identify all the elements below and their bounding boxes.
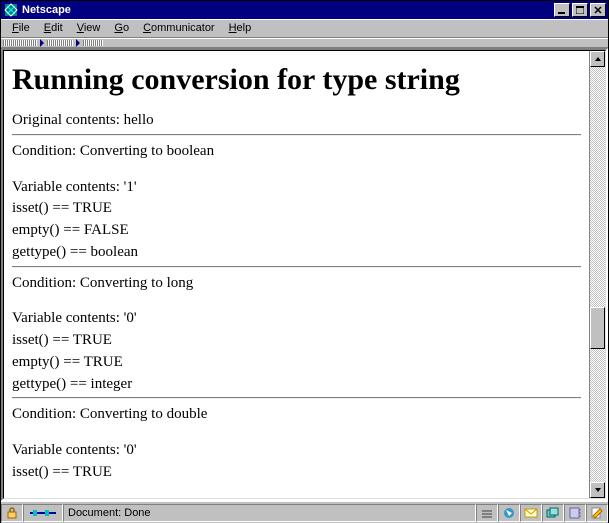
toolbar-grip[interactable] xyxy=(83,40,103,46)
isset-line: isset() == TRUE xyxy=(12,463,581,482)
chevron-right-icon xyxy=(75,39,81,47)
chevron-right-icon xyxy=(39,39,45,47)
empty-line: empty() == TRUE xyxy=(12,353,581,372)
isset-line: isset() == TRUE xyxy=(12,199,581,218)
navigator-icon[interactable] xyxy=(498,504,520,522)
scroll-down-button[interactable] xyxy=(590,482,605,498)
divider xyxy=(12,397,581,399)
menu-view[interactable]: View xyxy=(70,21,108,35)
window-title: Netscape xyxy=(22,4,552,16)
condition-line: Condition: Converting to long xyxy=(12,274,581,293)
menu-help[interactable]: Help xyxy=(222,21,259,35)
titlebar: Netscape xyxy=(1,1,608,19)
menu-communicator[interactable]: Communicator xyxy=(136,21,222,35)
composer-icon[interactable] xyxy=(586,504,608,522)
page-heading: Running conversion for type string xyxy=(12,63,581,97)
variable-line: Variable contents: '1' xyxy=(12,178,581,197)
gettype-line: gettype() == boolean xyxy=(12,243,581,262)
menu-file[interactable]: File xyxy=(5,21,37,35)
app-icon xyxy=(3,2,19,18)
divider xyxy=(12,266,581,268)
status-text: Document: Done xyxy=(63,504,476,522)
document-viewport: Running conversion for type string Origi… xyxy=(4,51,589,498)
toolbar-collapsed xyxy=(1,38,608,48)
scroll-track[interactable] xyxy=(590,67,605,482)
component-bar-toggle-icon[interactable] xyxy=(476,504,498,522)
original-contents: Original contents: hello xyxy=(12,111,581,130)
divider xyxy=(12,134,581,136)
menu-go[interactable]: Go xyxy=(107,21,136,35)
isset-line: isset() == TRUE xyxy=(12,331,581,350)
condition-line: Condition: Converting to boolean xyxy=(12,142,581,161)
toolbar-grip[interactable] xyxy=(47,40,73,46)
menu-edit[interactable]: Edit xyxy=(37,21,70,35)
content-area: Running conversion for type string Origi… xyxy=(1,48,608,501)
vertical-scrollbar[interactable] xyxy=(589,51,605,498)
connection-icon[interactable] xyxy=(23,504,63,522)
variable-line: Variable contents: '0' xyxy=(12,441,581,460)
menubar: File Edit View Go Communicator Help xyxy=(1,19,608,38)
statusbar: Document: Done xyxy=(1,501,608,523)
scroll-up-button[interactable] xyxy=(590,51,605,67)
toolbar-grip[interactable] xyxy=(3,40,37,46)
window-buttons xyxy=(552,3,606,17)
minimize-button[interactable] xyxy=(554,3,570,17)
empty-line: empty() == FALSE xyxy=(12,221,581,240)
security-icon[interactable] xyxy=(1,504,23,522)
gettype-line: gettype() == integer xyxy=(12,375,581,394)
scroll-thumb[interactable] xyxy=(590,307,605,349)
close-button[interactable] xyxy=(590,3,606,17)
condition-line: Condition: Converting to double xyxy=(12,405,581,424)
variable-line: Variable contents: '0' xyxy=(12,309,581,328)
newsgroups-icon[interactable] xyxy=(542,504,564,522)
mail-icon[interactable] xyxy=(520,504,542,522)
maximize-button[interactable] xyxy=(572,3,588,17)
address-book-icon[interactable] xyxy=(564,504,586,522)
